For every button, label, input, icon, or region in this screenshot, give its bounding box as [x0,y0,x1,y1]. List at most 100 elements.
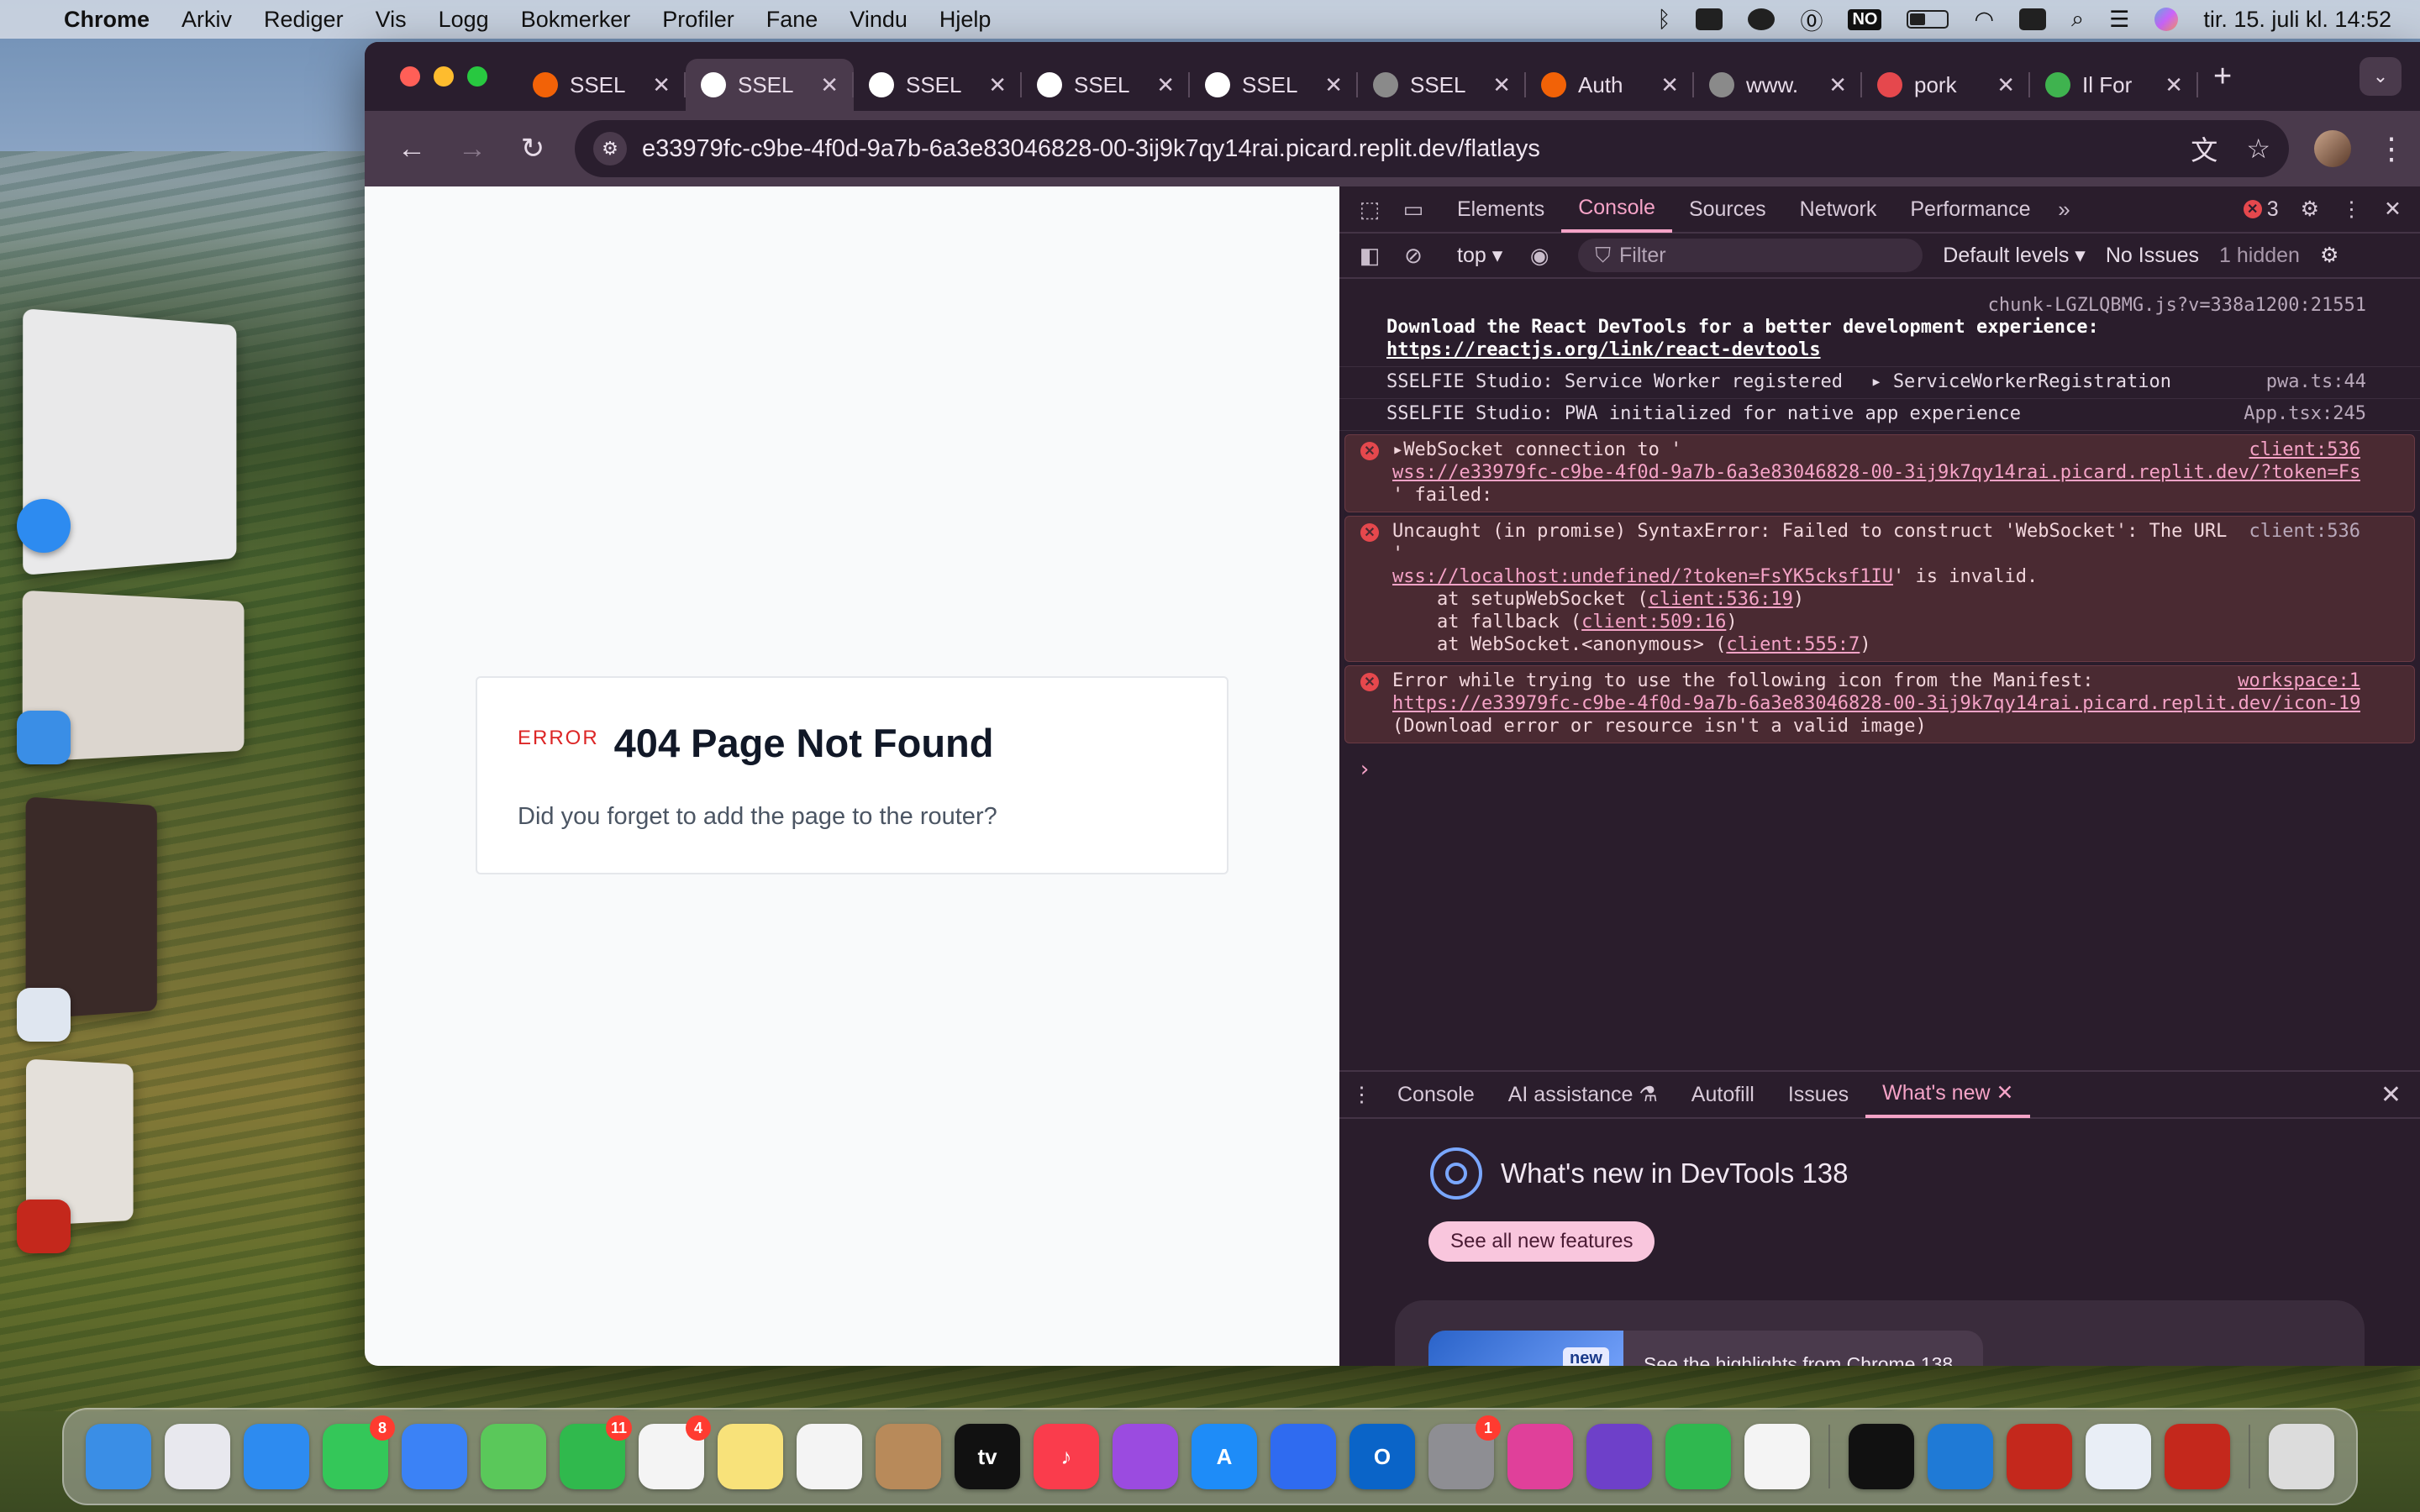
menu-profiler[interactable]: Profiler [662,7,734,33]
log-source[interactable]: pwa.ts:44 [2266,370,2366,393]
stack-link[interactable]: client:555:7 [1726,634,1860,655]
finder-icon[interactable] [17,711,71,764]
profile-avatar[interactable] [2314,130,2351,167]
close-tab-icon[interactable]: ✕ [820,72,839,98]
facetime-icon[interactable]: 11 [560,1415,632,1489]
notes-icon[interactable] [718,1424,783,1489]
browser-tab[interactable]: SSEL ✕ [1190,59,1358,111]
mail-icon[interactable] [402,1424,467,1489]
reminders-icon[interactable]: 4 [639,1415,711,1489]
launchpad-icon[interactable] [165,1424,230,1489]
browser-tab[interactable]: Auth ✕ [1526,59,1694,111]
new-tab-button[interactable]: + [2213,59,2232,95]
menu-logg[interactable]: Logg [439,7,489,33]
finder-icon[interactable] [86,1424,151,1489]
acrobat-reader-icon[interactable] [2165,1424,2230,1489]
log-source[interactable]: chunk-LGZLQBMG.js?v=338a1200:21551 [1988,294,2366,317]
outlook-icon[interactable]: O [1349,1424,1415,1489]
input-source-badge[interactable]: NO [1848,8,1882,30]
log-levels-dropdown[interactable]: Default levels ▾ [1943,243,2086,268]
accessibility-icon[interactable]: ⓪ [1800,3,1823,36]
grammarly-icon[interactable] [1748,8,1776,30]
battery-icon[interactable] [1907,10,1949,29]
zoom-window-button[interactable] [467,66,487,87]
close-tab-icon[interactable]: ✕ [1828,72,1847,98]
browser-tab[interactable]: SSEL ✕ [1358,59,1526,111]
expand-object[interactable]: ▸ ServiceWorkerRegistration [1870,371,2171,392]
close-tab-icon[interactable]: ✕ [1492,72,1511,98]
creative-cloud-icon[interactable] [1696,8,1723,30]
stack-link[interactable]: client:536:19 [1649,589,1793,610]
see-all-features-button[interactable]: See all new features [1428,1221,1655,1262]
screen-mirroring-icon[interactable] [2019,8,2047,30]
acrobat-icon[interactable] [2007,1424,2072,1489]
browser-tab[interactable]: SSEL ✕ [854,59,1022,111]
browser-tab[interactable]: SSEL ✕ [518,59,686,111]
unity-icon[interactable] [1849,1424,1914,1489]
drawer-tab-console[interactable]: Console [1381,1071,1491,1118]
acrobat-icon[interactable] [17,1200,71,1253]
close-tab-icon[interactable]: ✕ [2165,72,2183,98]
close-tab-icon[interactable]: ✕ [1156,72,1175,98]
menu-arkiv[interactable]: Arkiv [182,7,232,33]
github-desktop-icon[interactable] [1586,1424,1652,1489]
close-tab-icon[interactable]: ✕ [1996,72,2015,98]
live-expression-eye-icon[interactable]: ◉ [1523,243,1556,269]
wifi-icon[interactable]: ◠ [1974,7,1994,33]
menu-app-name[interactable]: Chrome [64,7,150,33]
url-text[interactable]: e33979fc-c9be-4f0d-9a7b-6a3e83046828-00-… [642,135,2162,163]
drawer-menu-icon[interactable]: ⋮ [1351,1082,1372,1107]
browser-tab[interactable]: SSEL ✕ [1022,59,1190,111]
highlight-video-item[interactable]: new See the highlights from Chrome 138 [1428,1331,1983,1366]
close-tab-icon[interactable]: ✕ [1324,72,1343,98]
device-toolbar-icon[interactable]: ▭ [1397,197,1430,223]
tv-icon[interactable]: tv [955,1424,1020,1489]
drawer-tab-issues[interactable]: Issues [1771,1071,1865,1118]
site-info-icon[interactable]: ⚙ [593,132,627,165]
close-tab-icon[interactable]: ✕ [1660,72,1679,98]
menu-vis[interactable]: Vis [376,7,407,33]
menu-vindu[interactable]: Vindu [850,7,908,33]
menu-fane[interactable]: Fane [766,7,818,33]
spotlight-search-icon[interactable]: ⌕ [2071,6,2084,33]
bookmark-star-icon[interactable]: ☆ [2246,133,2270,165]
bluetooth-icon[interactable]: ᛒ [1657,7,1670,33]
forward-button[interactable]: → [442,133,502,165]
browser-tab[interactable]: www. ✕ [1694,59,1862,111]
tab-console[interactable]: Console [1561,186,1672,233]
console-prompt[interactable]: › [1339,747,2420,782]
tab-elements[interactable]: Elements [1440,186,1561,233]
vscode-icon[interactable] [1928,1424,1993,1489]
chrome-icon[interactable] [1744,1424,1810,1489]
log-link[interactable]: https://e33979fc-c9be-4f0d-9a7b-6a3e8304… [1392,692,2360,715]
expand-arrow-icon[interactable]: ▸ [1392,439,1403,460]
menu-rediger[interactable]: Rediger [264,7,344,33]
messages-icon[interactable]: 8 [323,1415,395,1489]
app-store-icon[interactable]: A [1192,1424,1257,1489]
devtools-menu-icon[interactable]: ⋮ [2341,197,2362,222]
siri-icon[interactable] [2154,8,2179,31]
menu-bokmerker[interactable]: Bokmerker [521,7,631,33]
safari-icon[interactable] [244,1424,309,1489]
stage-window-thumbnail[interactable] [25,796,157,1020]
safari-icon[interactable] [17,499,71,553]
close-drawer-icon[interactable]: ✕ [2381,1080,2402,1110]
log-link[interactable]: https://reactjs.org/link/react-devtools [1386,339,2366,361]
log-source[interactable]: client:536 [2249,520,2360,543]
freeform-icon[interactable] [797,1424,862,1489]
music-icon[interactable]: ♪ [1034,1424,1099,1489]
browser-tab[interactable]: SSEL ✕ [686,59,854,111]
drawer-tab-whats-new[interactable]: What's new ✕ [1865,1071,2031,1118]
reload-button[interactable]: ↻ [502,132,563,165]
chrome-menu-icon[interactable]: ⋮ [2376,131,2407,166]
tab-performance[interactable]: Performance [1893,186,2047,233]
contacts-icon[interactable] [876,1424,941,1489]
clear-console-icon[interactable]: ⊘ [1397,243,1430,269]
tab-sources[interactable]: Sources [1672,186,1783,233]
log-source[interactable]: workspace:1 [2238,669,2360,692]
browser-tab[interactable]: pork ✕ [1862,59,2030,111]
close-window-button[interactable] [400,66,420,87]
translate-icon[interactable]: 文 [2191,129,2217,168]
minimize-window-button[interactable] [434,66,454,87]
podcasts-icon[interactable] [1113,1424,1178,1489]
